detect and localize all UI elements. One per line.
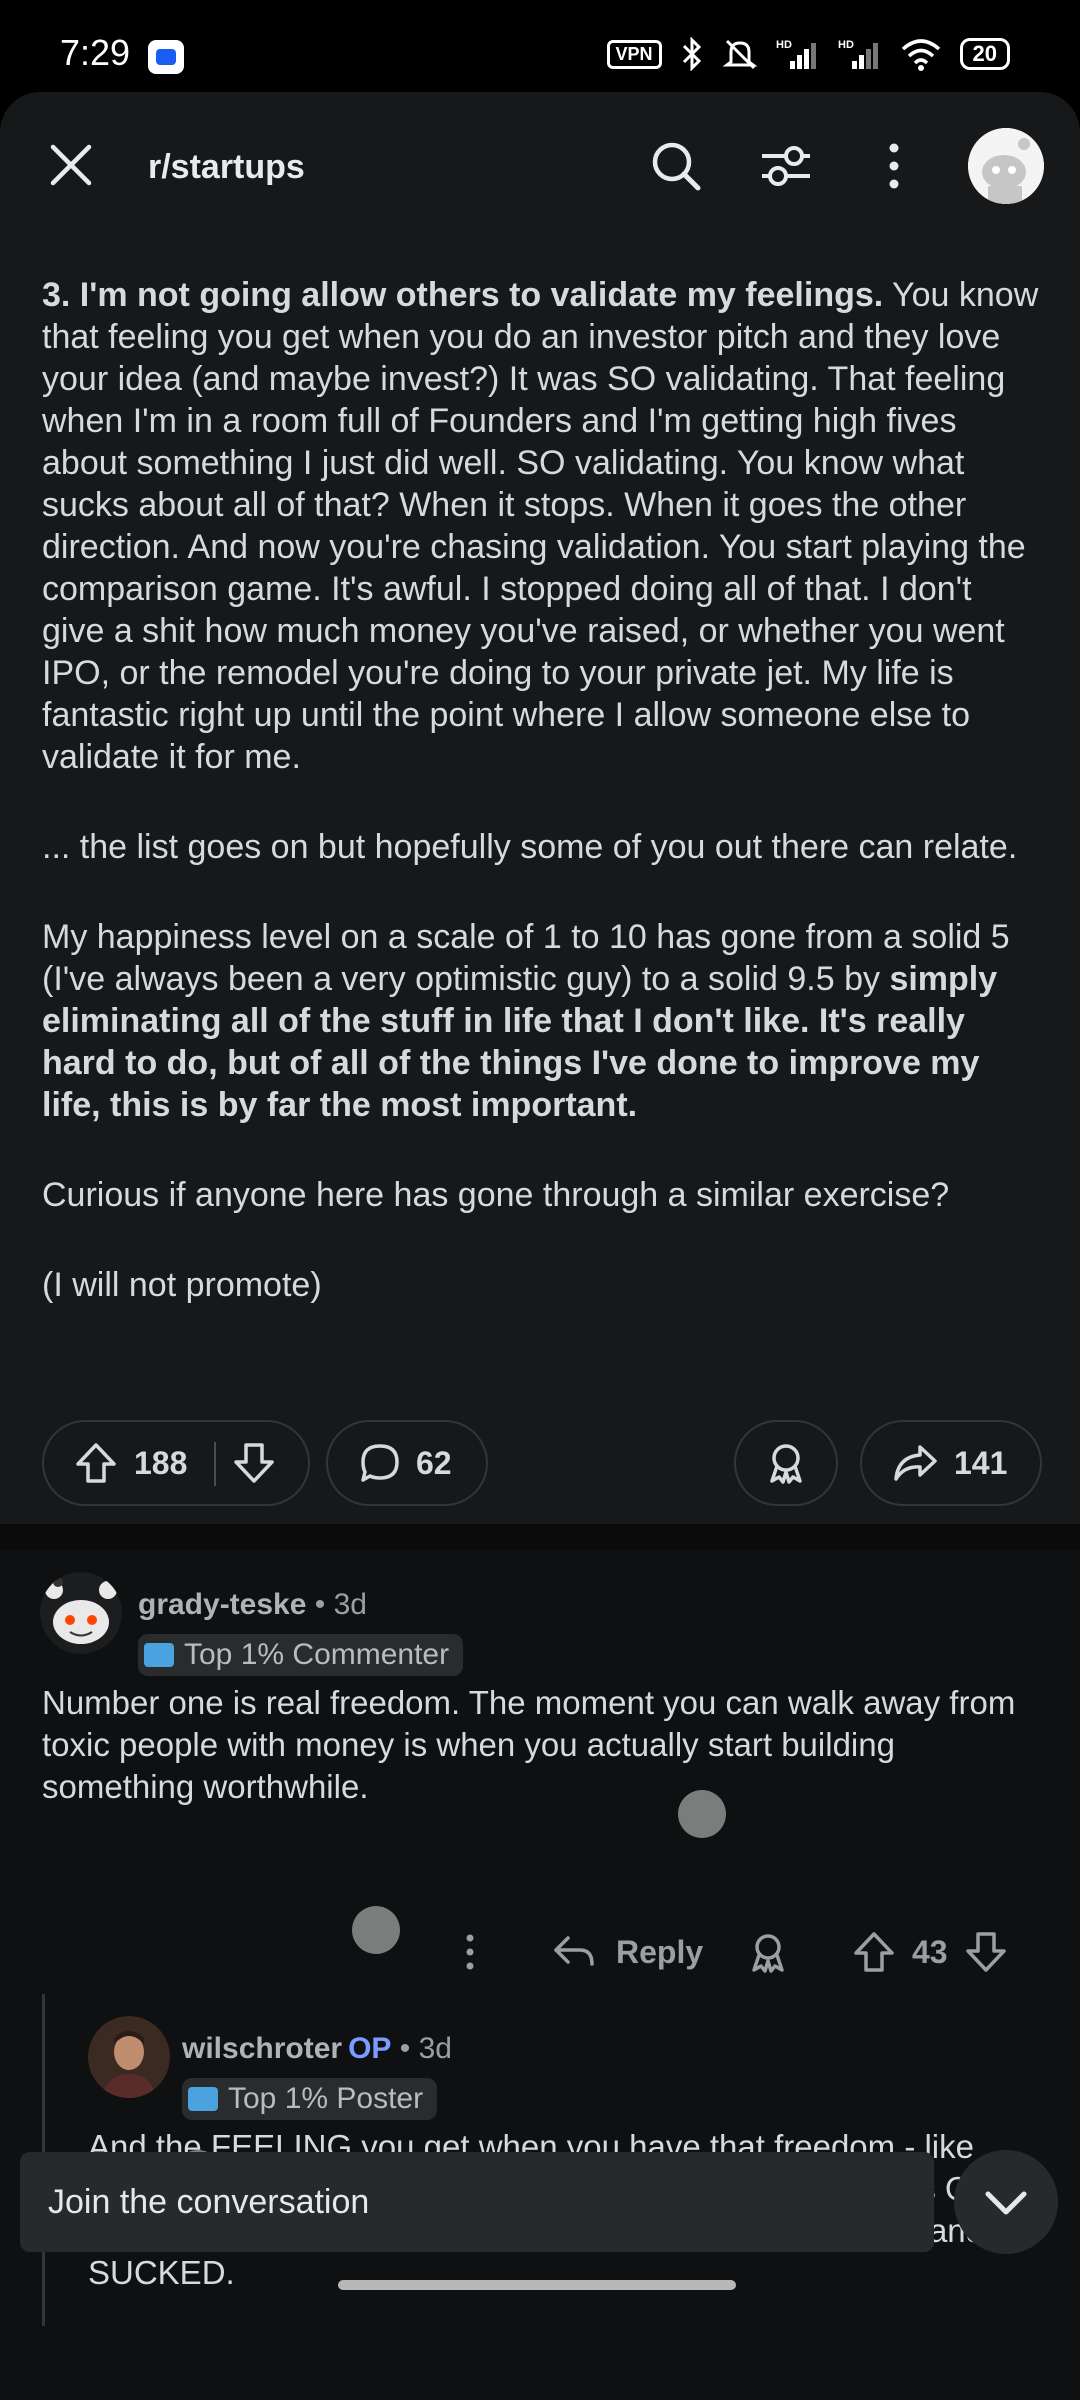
avatar[interactable] bbox=[968, 128, 1044, 204]
status-icons: VPN HD HD 20 bbox=[606, 36, 1010, 72]
home-indicator[interactable] bbox=[338, 2280, 736, 2290]
status-bar: 7:29 VPN HD HD 20 bbox=[0, 0, 1080, 92]
comment-score: 43 bbox=[912, 1934, 948, 1970]
comment-composer[interactable]: Join the conversation bbox=[20, 2152, 934, 2252]
vote-pill: 188 bbox=[42, 1420, 310, 1506]
post-body: 3. I'm not going allow others to validat… bbox=[42, 274, 1042, 1354]
touch-indicator bbox=[678, 1790, 726, 1838]
post-text: You know that feeling you get when you d… bbox=[42, 276, 1039, 776]
award-button[interactable] bbox=[734, 1420, 838, 1506]
filter-icon[interactable] bbox=[758, 138, 814, 194]
flair-icon bbox=[144, 1643, 174, 1667]
comment-age: • 3d bbox=[399, 2032, 452, 2065]
share-icon bbox=[894, 1445, 937, 1481]
comment-avatar[interactable] bbox=[88, 2016, 170, 2098]
comment-age: • 3d bbox=[314, 1588, 367, 1621]
close-icon[interactable] bbox=[48, 142, 94, 188]
status-time: 7:29 bbox=[60, 32, 131, 73]
more-icon[interactable] bbox=[448, 1930, 492, 1974]
post-paragraph: ... the list goes on but hopefully some … bbox=[42, 828, 1018, 866]
comment-icon bbox=[361, 1444, 399, 1482]
comment-count: 62 bbox=[416, 1444, 452, 1481]
upvote-count: 188 bbox=[134, 1444, 188, 1481]
app-icon bbox=[148, 40, 184, 74]
vpn-icon: VPN bbox=[606, 39, 662, 69]
op-tag: OP bbox=[348, 2032, 392, 2065]
vote-divider bbox=[214, 1442, 216, 1486]
comment-username[interactable]: grady-teske bbox=[138, 1588, 306, 1621]
wifi-icon bbox=[901, 39, 940, 71]
comments-section: grady-teske • 3d Top 1% Commenter Number… bbox=[0, 1550, 1080, 2400]
flair-text: Top 1% Commenter bbox=[184, 1638, 450, 1671]
comment-actions: Reply 43 bbox=[0, 1912, 1080, 1992]
reply-icon[interactable] bbox=[552, 1930, 596, 1974]
touch-indicator bbox=[352, 1906, 400, 1954]
downvote-icon[interactable] bbox=[964, 1930, 1008, 1974]
post-paragraph: Curious if anyone here has gone through … bbox=[42, 1176, 950, 1214]
comment-meta: wilschroter OP • 3d bbox=[182, 2032, 452, 2066]
share-button[interactable]: 141 bbox=[860, 1420, 1042, 1506]
flair-icon bbox=[188, 2087, 218, 2111]
post-actions: 188 62 141 bbox=[42, 1420, 1042, 1506]
post-area: r/startups 3. I'm not going allow others… bbox=[0, 92, 1080, 1524]
comment-meta: grady-teske • 3d bbox=[138, 1588, 367, 1622]
comment-username[interactable]: wilschroter bbox=[182, 2032, 342, 2065]
comment-avatar[interactable] bbox=[40, 1572, 122, 1654]
reply-button[interactable]: Reply bbox=[616, 1934, 703, 1971]
award-icon bbox=[770, 1444, 802, 1484]
mute-icon bbox=[722, 39, 758, 70]
svg-text:HD: HD bbox=[838, 39, 854, 51]
post-paragraph: (I will not promote) bbox=[42, 1266, 322, 1304]
app-container: r/startups 3. I'm not going allow others… bbox=[0, 92, 1080, 2400]
comments-button[interactable]: 62 bbox=[326, 1420, 488, 1506]
battery-icon: 20 bbox=[959, 38, 1010, 70]
chevron-down-icon bbox=[985, 2191, 1027, 2215]
share-count: 141 bbox=[954, 1444, 1008, 1481]
award-icon[interactable] bbox=[746, 1930, 790, 1974]
user-flair: Top 1% Commenter bbox=[138, 1634, 464, 1676]
header: r/startups bbox=[0, 92, 1080, 242]
svg-text:HD: HD bbox=[776, 39, 792, 51]
collapse-button[interactable] bbox=[954, 2150, 1058, 2254]
post-paragraph: My happiness level on a scale of 1 to 10… bbox=[42, 916, 1042, 1126]
subreddit-title[interactable]: r/startups bbox=[148, 148, 305, 187]
upvote-icon[interactable] bbox=[852, 1930, 896, 1974]
more-icon[interactable] bbox=[866, 138, 922, 194]
bluetooth-icon bbox=[682, 37, 701, 71]
upvote-icon[interactable] bbox=[74, 1441, 118, 1485]
flair-text: Top 1% Poster bbox=[228, 2082, 424, 2115]
signal-icon: HD bbox=[776, 39, 816, 69]
user-flair: Top 1% Poster bbox=[182, 2078, 438, 2120]
post-paragraph: 3. I'm not going allow others to validat… bbox=[42, 274, 1042, 778]
post-text: My happiness level on a scale of 1 to 10… bbox=[42, 918, 1010, 998]
downvote-icon[interactable] bbox=[232, 1441, 276, 1485]
search-icon[interactable] bbox=[648, 138, 704, 194]
post-bold-text: 3. I'm not going allow others to validat… bbox=[42, 276, 884, 314]
comment-body: Number one is real freedom. The moment y… bbox=[42, 1684, 1016, 1805]
signal-icon: HD bbox=[838, 39, 878, 69]
